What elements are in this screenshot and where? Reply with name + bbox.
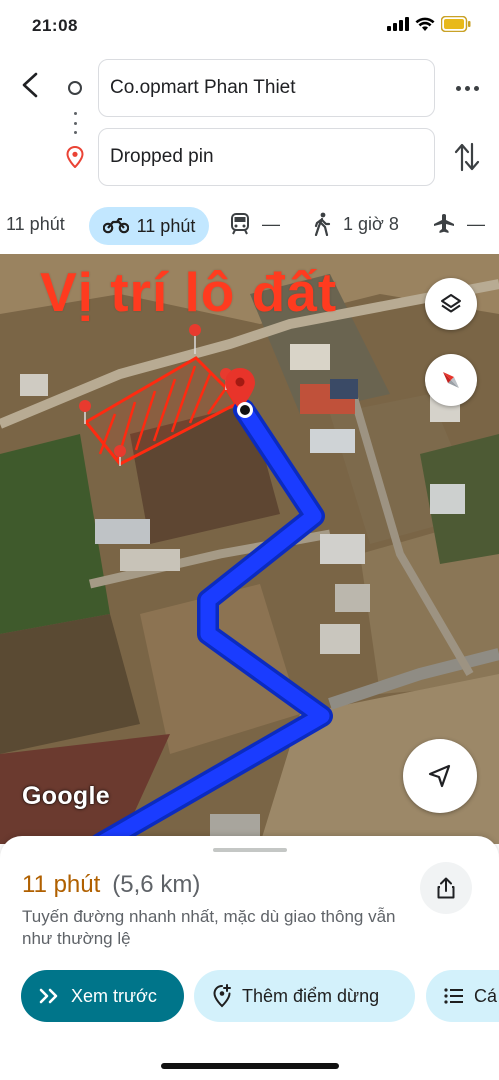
add-stop-button[interactable]: Thêm điểm dừng	[194, 970, 415, 1022]
preview-button[interactable]: Xem trước	[21, 970, 184, 1022]
swap-direction-button[interactable]	[452, 140, 482, 174]
steps-button[interactable]: Cá	[426, 970, 499, 1022]
compass-button[interactable]	[425, 354, 477, 406]
route-bottom-sheet: 11 phút (5,6 km) Tuyến đường nhanh nhất,…	[0, 836, 499, 1080]
travel-mode-bar: 11 phút 11 phút — 1 giờ 8 —	[0, 204, 499, 248]
share-icon	[437, 877, 455, 899]
mode-motorbike[interactable]: 11 phút	[89, 207, 209, 245]
destination-pin-icon	[66, 146, 84, 168]
mode-walk-label: 1 giờ 8	[343, 213, 399, 234]
drag-handle[interactable]	[213, 848, 287, 852]
status-time: 21:08	[32, 16, 78, 35]
google-logo: Google	[22, 782, 110, 810]
layers-icon	[441, 294, 461, 313]
mode-transit[interactable]: —	[230, 204, 280, 244]
status-icons	[387, 16, 471, 32]
back-arrow-icon	[22, 72, 38, 98]
navigate-button[interactable]	[403, 739, 477, 813]
train-icon	[231, 213, 249, 235]
add-location-icon	[213, 984, 231, 1008]
destination-field[interactable]: Dropped pin	[98, 128, 435, 186]
mode-transit-label: —	[262, 213, 280, 234]
map-view[interactable]: Vị trí lô đất Google	[0, 254, 499, 844]
mode-walk[interactable]: 1 giờ 8	[313, 204, 399, 244]
battery-icon	[441, 16, 471, 32]
add-stop-label: Thêm điểm dừng	[242, 985, 380, 1006]
eta-row: 11 phút (5,6 km)	[22, 871, 200, 899]
walking-icon	[314, 212, 331, 236]
route-description: Tuyến đường nhanh nhất, mặc dù giao thôn…	[22, 907, 396, 948]
more-options-button[interactable]	[452, 77, 482, 99]
compass-icon	[443, 372, 459, 388]
layers-button[interactable]	[425, 278, 477, 330]
list-icon	[444, 988, 463, 1004]
wifi-icon	[415, 17, 435, 31]
mode-car-label: 11 phút	[6, 213, 65, 234]
preview-label: Xem trước	[71, 985, 157, 1006]
mode-flight[interactable]: —	[433, 204, 485, 244]
route-dots-icon	[73, 112, 77, 134]
mode-flight-label: —	[467, 213, 485, 234]
eta-time: 11 phút	[22, 871, 101, 898]
double-chevron-icon	[39, 988, 58, 1004]
navigation-arrow-icon	[428, 764, 451, 788]
mode-motorbike-label: 11 phút	[136, 215, 196, 236]
back-button[interactable]	[14, 68, 48, 102]
action-chips: Xem trước Thêm điểm dừng Cá	[0, 970, 499, 1024]
motorbike-icon	[102, 218, 129, 234]
signal-icon	[387, 17, 409, 31]
home-indicator	[161, 1063, 339, 1069]
land-plot-label: Vị trí lô đất	[40, 261, 338, 323]
mode-car[interactable]: 11 phút	[6, 204, 65, 244]
steps-label: Cá	[474, 985, 498, 1006]
share-button[interactable]	[420, 862, 472, 914]
status-bar: 21:08	[0, 0, 499, 50]
airplane-icon	[434, 214, 454, 233]
origin-circle-icon	[68, 81, 82, 95]
origin-field[interactable]: Co.opmart Phan Thiet	[98, 59, 435, 117]
route-distance: (5,6 km)	[112, 871, 201, 898]
